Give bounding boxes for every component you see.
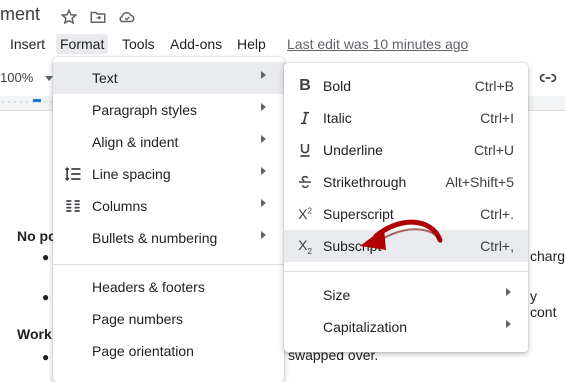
format-menu-item-line-spacing[interactable]: Line spacing <box>53 158 284 190</box>
chevron-right-icon <box>261 135 266 143</box>
text-submenu-item-underline[interactable]: Underline Ctrl+U <box>284 134 528 166</box>
format-menu-item-columns[interactable]: Columns <box>53 190 284 222</box>
chevron-right-icon <box>261 167 266 175</box>
star-icon[interactable] <box>60 8 78 26</box>
doc-line-1: charg <box>530 248 565 264</box>
link-icon[interactable] <box>537 68 559 88</box>
format-menu-item-page-numbers[interactable]: Page numbers <box>53 303 284 335</box>
text-submenu-item-size[interactable]: Size <box>284 279 528 311</box>
chevron-right-icon <box>261 231 266 239</box>
shortcut-label: Alt+Shift+5 <box>445 174 515 190</box>
format-menu: Text Paragraph styles Align & indent Lin… <box>53 57 284 382</box>
format-menu-item-label: Bullets & numbering <box>92 230 218 246</box>
text-submenu-item-strikethrough[interactable]: Strikethrough Alt+Shift+5 <box>284 166 528 198</box>
format-menu-item-label: Text <box>92 70 118 86</box>
text-submenu-item-label: Strikethrough <box>323 174 407 190</box>
format-menu-item-label: Line spacing <box>92 166 171 182</box>
columns-icon <box>62 195 84 217</box>
format-menu-item-label: Columns <box>92 198 148 214</box>
subscript-icon: X2 <box>298 236 312 256</box>
annotation-arrow-icon <box>360 219 443 250</box>
format-menu-item-label: Headers & footers <box>92 279 205 295</box>
superscript-icon: X2 <box>298 206 312 222</box>
chevron-right-icon <box>261 199 266 207</box>
menu-format[interactable]: Format <box>56 34 109 54</box>
format-menu-item-text[interactable]: Text <box>53 62 284 94</box>
chevron-right-icon <box>261 103 266 111</box>
bullet-1: ● <box>42 250 50 264</box>
chevron-right-icon <box>261 71 266 79</box>
format-menu-item-headers-footers[interactable]: Headers & footers <box>53 271 284 303</box>
shortcut-label: Ctrl+I <box>480 110 514 126</box>
italic-icon <box>294 107 316 129</box>
zoom-value: 100% <box>0 70 34 85</box>
last-edit-link[interactable]: Last edit was 10 minutes ago <box>287 34 468 54</box>
format-menu-item-page-orientation[interactable]: Page orientation <box>53 335 284 367</box>
shortcut-label: Ctrl+B <box>474 78 514 94</box>
move-to-folder-icon[interactable] <box>89 8 107 26</box>
ruler-ticks <box>0 101 55 103</box>
format-menu-item-label: Page numbers <box>92 311 184 327</box>
bullet-3: ● <box>42 350 50 364</box>
document-title[interactable]: ment <box>0 4 40 25</box>
format-menu-item-bullets-numbering[interactable]: Bullets & numbering <box>53 222 284 254</box>
shortcut-label: Ctrl+, <box>480 238 514 254</box>
underline-icon <box>294 139 316 161</box>
shortcut-label: Ctrl+U <box>473 142 514 158</box>
menu-separator <box>284 271 528 272</box>
chevron-right-icon <box>506 288 511 296</box>
menu-insert[interactable]: Insert <box>6 34 49 54</box>
text-submenu-item-bold[interactable]: B Bold Ctrl+B <box>284 70 528 102</box>
line-spacing-icon <box>62 163 84 185</box>
text-submenu-item-label: Size <box>323 287 351 303</box>
text-submenu-item-label: Italic <box>323 110 352 126</box>
bullet-2: ● <box>42 290 50 304</box>
text-submenu-item-label: Bold <box>323 78 352 94</box>
text-submenu: B Bold Ctrl+B Italic Ctrl+I Underline Ct… <box>284 63 528 352</box>
menu-tools[interactable]: Tools <box>118 34 159 54</box>
menu-help[interactable]: Help <box>233 34 270 54</box>
chevron-right-icon <box>506 320 511 328</box>
zoom-select[interactable]: 100% <box>0 70 53 85</box>
doc-heading-2: Work <box>17 326 52 342</box>
text-submenu-item-capitalization[interactable]: Capitalization <box>284 311 528 343</box>
format-menu-item-label: Page orientation <box>92 343 194 359</box>
cloud-saved-icon[interactable] <box>118 8 136 26</box>
format-menu-item-align-indent[interactable]: Align & indent <box>53 126 284 158</box>
text-submenu-item-italic[interactable]: Italic Ctrl+I <box>284 102 528 134</box>
text-submenu-item-label: Capitalization <box>323 319 408 335</box>
menu-addons[interactable]: Add-ons <box>166 34 226 54</box>
text-submenu-item-label: Underline <box>323 142 383 158</box>
doc-line-2: y cont <box>530 288 557 320</box>
ruler-indent-marker[interactable] <box>33 99 41 102</box>
shortcut-label: Ctrl+. <box>480 206 514 222</box>
format-menu-item-label: Align & indent <box>92 134 179 150</box>
bold-icon: B <box>299 77 311 94</box>
format-menu-item-label: Paragraph styles <box>92 102 198 118</box>
chevron-down-icon <box>44 76 53 82</box>
format-menu-item-paragraph-styles[interactable]: Paragraph styles <box>53 94 284 126</box>
doc-heading-1: No po <box>17 228 57 244</box>
strikethrough-icon <box>294 171 316 193</box>
menu-separator <box>53 264 284 265</box>
